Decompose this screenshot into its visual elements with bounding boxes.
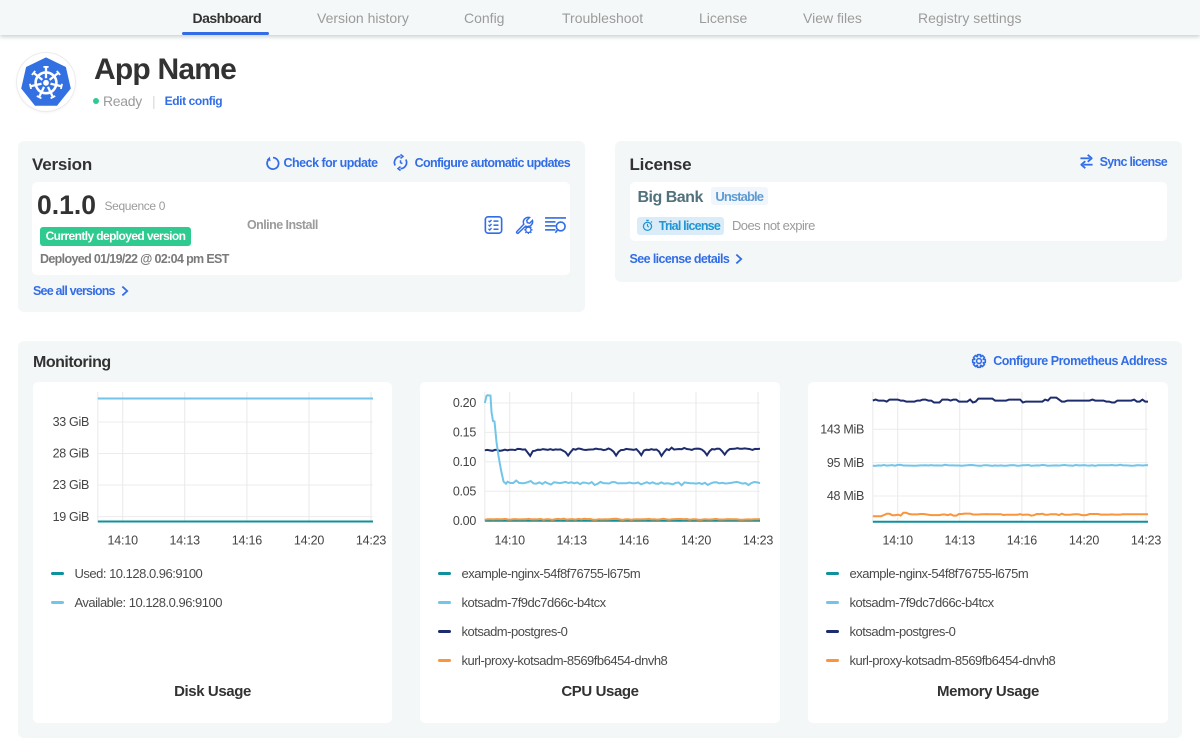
svg-text:14:13: 14:13 <box>945 534 976 548</box>
svg-text:14:20: 14:20 <box>294 534 325 548</box>
svg-text:14:16: 14:16 <box>619 534 650 548</box>
svg-text:143 MiB: 143 MiB <box>820 423 864 437</box>
svg-text:0.05: 0.05 <box>453 484 476 498</box>
svg-text:28 GiB: 28 GiB <box>53 447 89 461</box>
svg-text:19 GiB: 19 GiB <box>53 510 89 524</box>
svg-text:14:20: 14:20 <box>681 534 712 548</box>
svg-text:14:10: 14:10 <box>883 534 914 548</box>
svg-text:23 GiB: 23 GiB <box>53 478 89 492</box>
svg-text:33 GiB: 33 GiB <box>53 415 89 429</box>
svg-text:0.15: 0.15 <box>453 426 476 440</box>
svg-text:14:20: 14:20 <box>1069 534 1100 548</box>
svg-text:14:23: 14:23 <box>356 534 387 548</box>
svg-text:14:13: 14:13 <box>170 534 201 548</box>
svg-text:14:23: 14:23 <box>743 534 774 548</box>
svg-text:0.00: 0.00 <box>453 514 476 528</box>
svg-text:14:10: 14:10 <box>108 534 139 548</box>
svg-text:48 MiB: 48 MiB <box>827 489 864 503</box>
svg-text:0.20: 0.20 <box>453 396 476 410</box>
svg-text:0.10: 0.10 <box>453 455 476 469</box>
svg-text:14:10: 14:10 <box>495 534 526 548</box>
svg-text:14:16: 14:16 <box>232 534 263 548</box>
svg-text:14:16: 14:16 <box>1007 534 1038 548</box>
svg-text:14:13: 14:13 <box>557 534 588 548</box>
svg-text:14:23: 14:23 <box>1131 534 1162 548</box>
svg-text:95 MiB: 95 MiB <box>827 456 864 470</box>
